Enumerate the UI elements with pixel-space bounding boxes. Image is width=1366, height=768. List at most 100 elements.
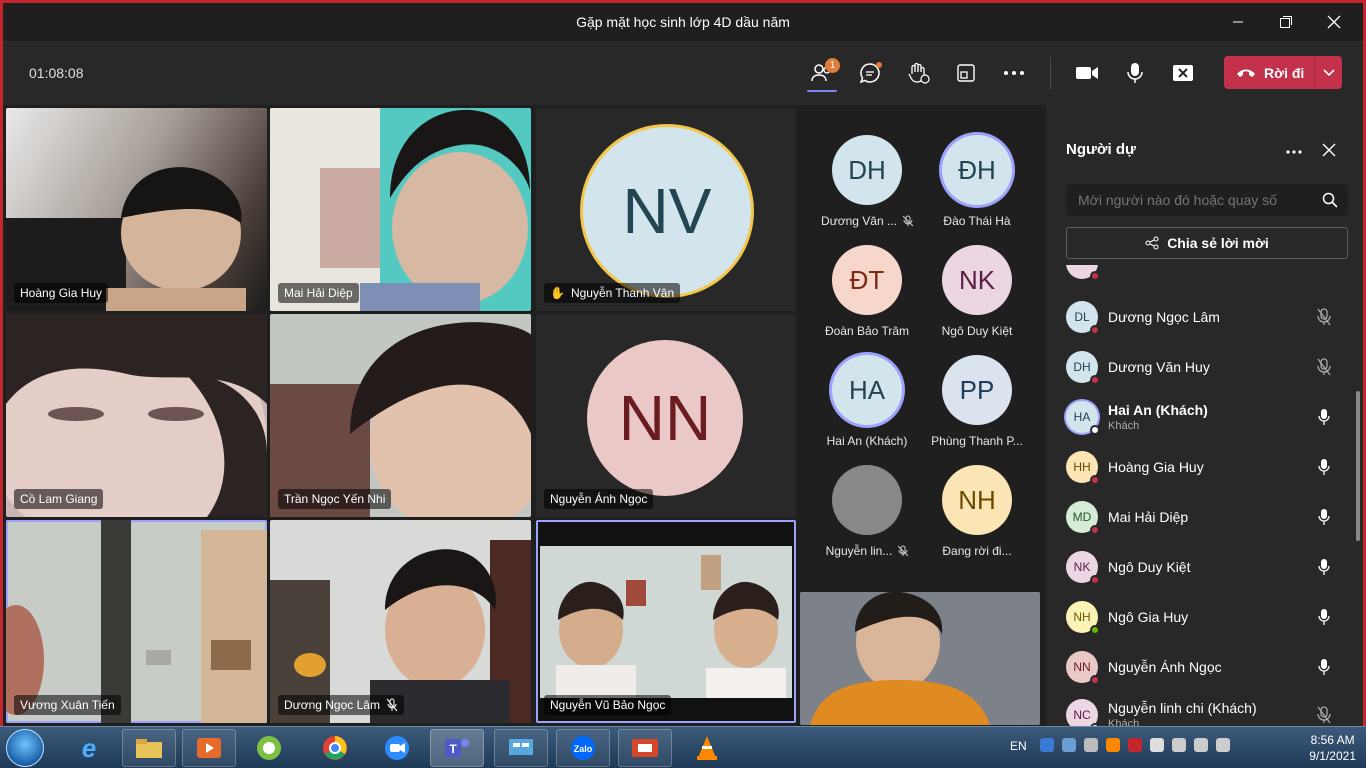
tray-app-icon[interactable] bbox=[1172, 738, 1186, 752]
presence-busy bbox=[1090, 675, 1100, 685]
participant-row[interactable]: MD Mai Hải Diệp bbox=[1066, 497, 1336, 537]
presence-busy bbox=[1090, 525, 1100, 535]
rooms-icon bbox=[957, 64, 975, 82]
strip-participant[interactable]: NK Ngô Duy Kiệt bbox=[922, 245, 1032, 338]
microphone-icon[interactable] bbox=[1312, 508, 1336, 526]
participant-avatar-strip: DH Dương Văn ... ĐH Đào Thái Hà ĐT Đoàn … bbox=[798, 105, 1046, 589]
participant-list-scrollbar[interactable] bbox=[1356, 391, 1360, 541]
video-tile-mai-hai-diep[interactable]: Mai Hải Diệp bbox=[270, 108, 531, 311]
tray-app-icon[interactable] bbox=[1150, 738, 1164, 752]
video-tile-duong-ngoc-lam[interactable]: Dương Ngọc Lâm bbox=[270, 520, 531, 723]
panel-more-button[interactable] bbox=[1286, 141, 1302, 159]
strip-participant[interactable]: Nguyễn lin... bbox=[812, 465, 922, 558]
zalo-icon[interactable]: Zalo bbox=[556, 729, 610, 767]
restore-icon bbox=[1280, 16, 1292, 28]
microphone-icon[interactable] bbox=[1312, 458, 1336, 476]
panel-close-button[interactable] bbox=[1322, 143, 1336, 162]
video-feed bbox=[270, 108, 530, 311]
microphone-icon[interactable] bbox=[1312, 658, 1336, 676]
leave-meeting-button[interactable]: Rời đi bbox=[1224, 56, 1342, 89]
microphone-icon[interactable] bbox=[1312, 408, 1336, 426]
tray-vlc-icon[interactable] bbox=[1106, 738, 1120, 752]
maximize-button[interactable] bbox=[1265, 9, 1307, 35]
chat-button[interactable] bbox=[852, 57, 888, 89]
video-tile-tran-ngoc-yen-nhi[interactable]: Trần Ngọc Yến Nhi bbox=[270, 314, 531, 517]
avatar: HH bbox=[1066, 451, 1100, 485]
participant-row-partial[interactable] bbox=[1066, 265, 1336, 283]
self-video-preview[interactable] bbox=[800, 592, 1040, 725]
video-tile-nguyen-anh-ngoc[interactable]: NN Nguyễn Ánh Ngọc bbox=[536, 314, 796, 517]
taskbar-clock[interactable]: 8:56 AM 9/1/2021 bbox=[1309, 732, 1356, 764]
camera-icon bbox=[1076, 67, 1098, 79]
participant-row[interactable]: DL Dương Ngọc Lâm bbox=[1066, 297, 1336, 337]
tray-app-icon[interactable] bbox=[1128, 738, 1142, 752]
video-tile-hoang-gia-huy[interactable]: Hoàng Gia Huy bbox=[6, 108, 267, 311]
breakout-rooms-button[interactable] bbox=[948, 57, 984, 89]
participant-row[interactable]: NK Ngô Duy Kiệt bbox=[1066, 547, 1336, 587]
more-actions-button[interactable] bbox=[996, 57, 1032, 89]
tray-app-icon[interactable] bbox=[1040, 738, 1054, 752]
video-tile-nguyen-thanh-van[interactable]: NV ✋ Nguyễn Thanh Vân bbox=[536, 108, 796, 311]
minimize-icon bbox=[1233, 21, 1243, 23]
strip-participant[interactable]: ĐT Đoàn Bảo Trâm bbox=[812, 245, 922, 338]
microphone-button[interactable] bbox=[1117, 57, 1153, 89]
participant-name: Ngô Gia Huy bbox=[1108, 609, 1189, 625]
network-icon[interactable] bbox=[1194, 738, 1208, 752]
leave-options-dropdown[interactable] bbox=[1315, 68, 1342, 77]
media-player-icon[interactable] bbox=[182, 729, 236, 767]
slideshow-icon[interactable] bbox=[618, 729, 672, 767]
invite-search-input[interactable] bbox=[1066, 192, 1312, 208]
participant-row[interactable]: NH Ngô Gia Huy bbox=[1066, 597, 1336, 637]
participant-row[interactable]: NN Nguyễn Ánh Ngọc bbox=[1066, 647, 1336, 687]
reactions-button[interactable] bbox=[900, 57, 936, 89]
file-explorer-icon[interactable] bbox=[122, 729, 176, 767]
participants-button[interactable]: 1 bbox=[804, 57, 840, 92]
tray-app-icon[interactable] bbox=[1062, 738, 1076, 752]
participant-name: Nguyễn Ánh Ngọc bbox=[544, 489, 654, 509]
video-tile-co-lam-giang[interactable]: Cồ Lam Giang bbox=[6, 314, 267, 517]
video-feed bbox=[6, 520, 267, 723]
participant-name: Hoàng Gia Huy bbox=[14, 283, 109, 303]
start-button[interactable] bbox=[6, 729, 44, 767]
participant-row[interactable]: NC Nguyễn linh chi (Khách) Khách bbox=[1066, 695, 1336, 729]
video-tile-nguyen-vu-bao-ngoc[interactable]: Nguyễn Vũ Bảo Ngọc bbox=[536, 520, 796, 723]
close-window-button[interactable] bbox=[1313, 9, 1355, 35]
strip-participant[interactable]: DH Dương Văn ... bbox=[812, 135, 922, 228]
invite-search[interactable] bbox=[1066, 184, 1348, 216]
window-title: Gặp mặt học sinh lớp 4D dầu năm bbox=[576, 14, 790, 30]
strip-participant[interactable]: ĐH Đào Thái Hà bbox=[922, 135, 1032, 228]
muted-mic-icon[interactable] bbox=[1312, 308, 1336, 326]
presence-busy bbox=[1090, 375, 1100, 385]
muted-mic-icon[interactable] bbox=[1312, 706, 1336, 724]
strip-participant[interactable]: PP Phùng Thanh P... bbox=[922, 355, 1032, 448]
internet-explorer-icon[interactable]: e bbox=[62, 729, 116, 767]
participant-row[interactable]: HH Hoàng Gia Huy bbox=[1066, 447, 1336, 487]
microphone-icon[interactable] bbox=[1312, 608, 1336, 626]
volume-icon[interactable] bbox=[1216, 738, 1230, 752]
participant-role: Khách bbox=[1108, 420, 1140, 432]
participant-row[interactable]: DH Dương Văn Huy bbox=[1066, 347, 1336, 387]
muted-mic-icon bbox=[386, 698, 398, 712]
minimize-button[interactable] bbox=[1217, 9, 1259, 35]
avatar: NN bbox=[1066, 651, 1100, 685]
coccoc-browser-icon[interactable] bbox=[242, 729, 296, 767]
video-tile-vuong-xuan-tien[interactable]: Vương Xuân Tiến bbox=[6, 520, 267, 723]
camera-button[interactable] bbox=[1069, 57, 1105, 89]
participant-row[interactable]: HA Hai An (Khách) Khách bbox=[1066, 397, 1336, 437]
chrome-icon[interactable] bbox=[308, 729, 362, 767]
tray-app-icon[interactable] bbox=[1084, 738, 1098, 752]
language-indicator[interactable]: EN bbox=[1010, 739, 1027, 753]
zoom-icon[interactable] bbox=[370, 729, 424, 767]
hand-emoji-icon bbox=[908, 62, 930, 84]
muted-mic-icon[interactable] bbox=[1312, 358, 1336, 376]
teams-icon[interactable]: T bbox=[430, 729, 484, 767]
close-icon bbox=[1322, 143, 1336, 157]
microphone-icon[interactable] bbox=[1312, 558, 1336, 576]
share-invite-button[interactable]: Chia sẻ lời mời bbox=[1066, 227, 1348, 259]
strip-participant[interactable]: NH Đang rời đi... bbox=[922, 465, 1032, 558]
strip-participant[interactable]: HA Hai An (Khách) bbox=[812, 355, 922, 448]
video-feed bbox=[270, 322, 531, 517]
vlc-icon[interactable] bbox=[680, 729, 734, 767]
share-screen-button[interactable] bbox=[1165, 57, 1201, 89]
control-panel-icon[interactable] bbox=[494, 729, 548, 767]
